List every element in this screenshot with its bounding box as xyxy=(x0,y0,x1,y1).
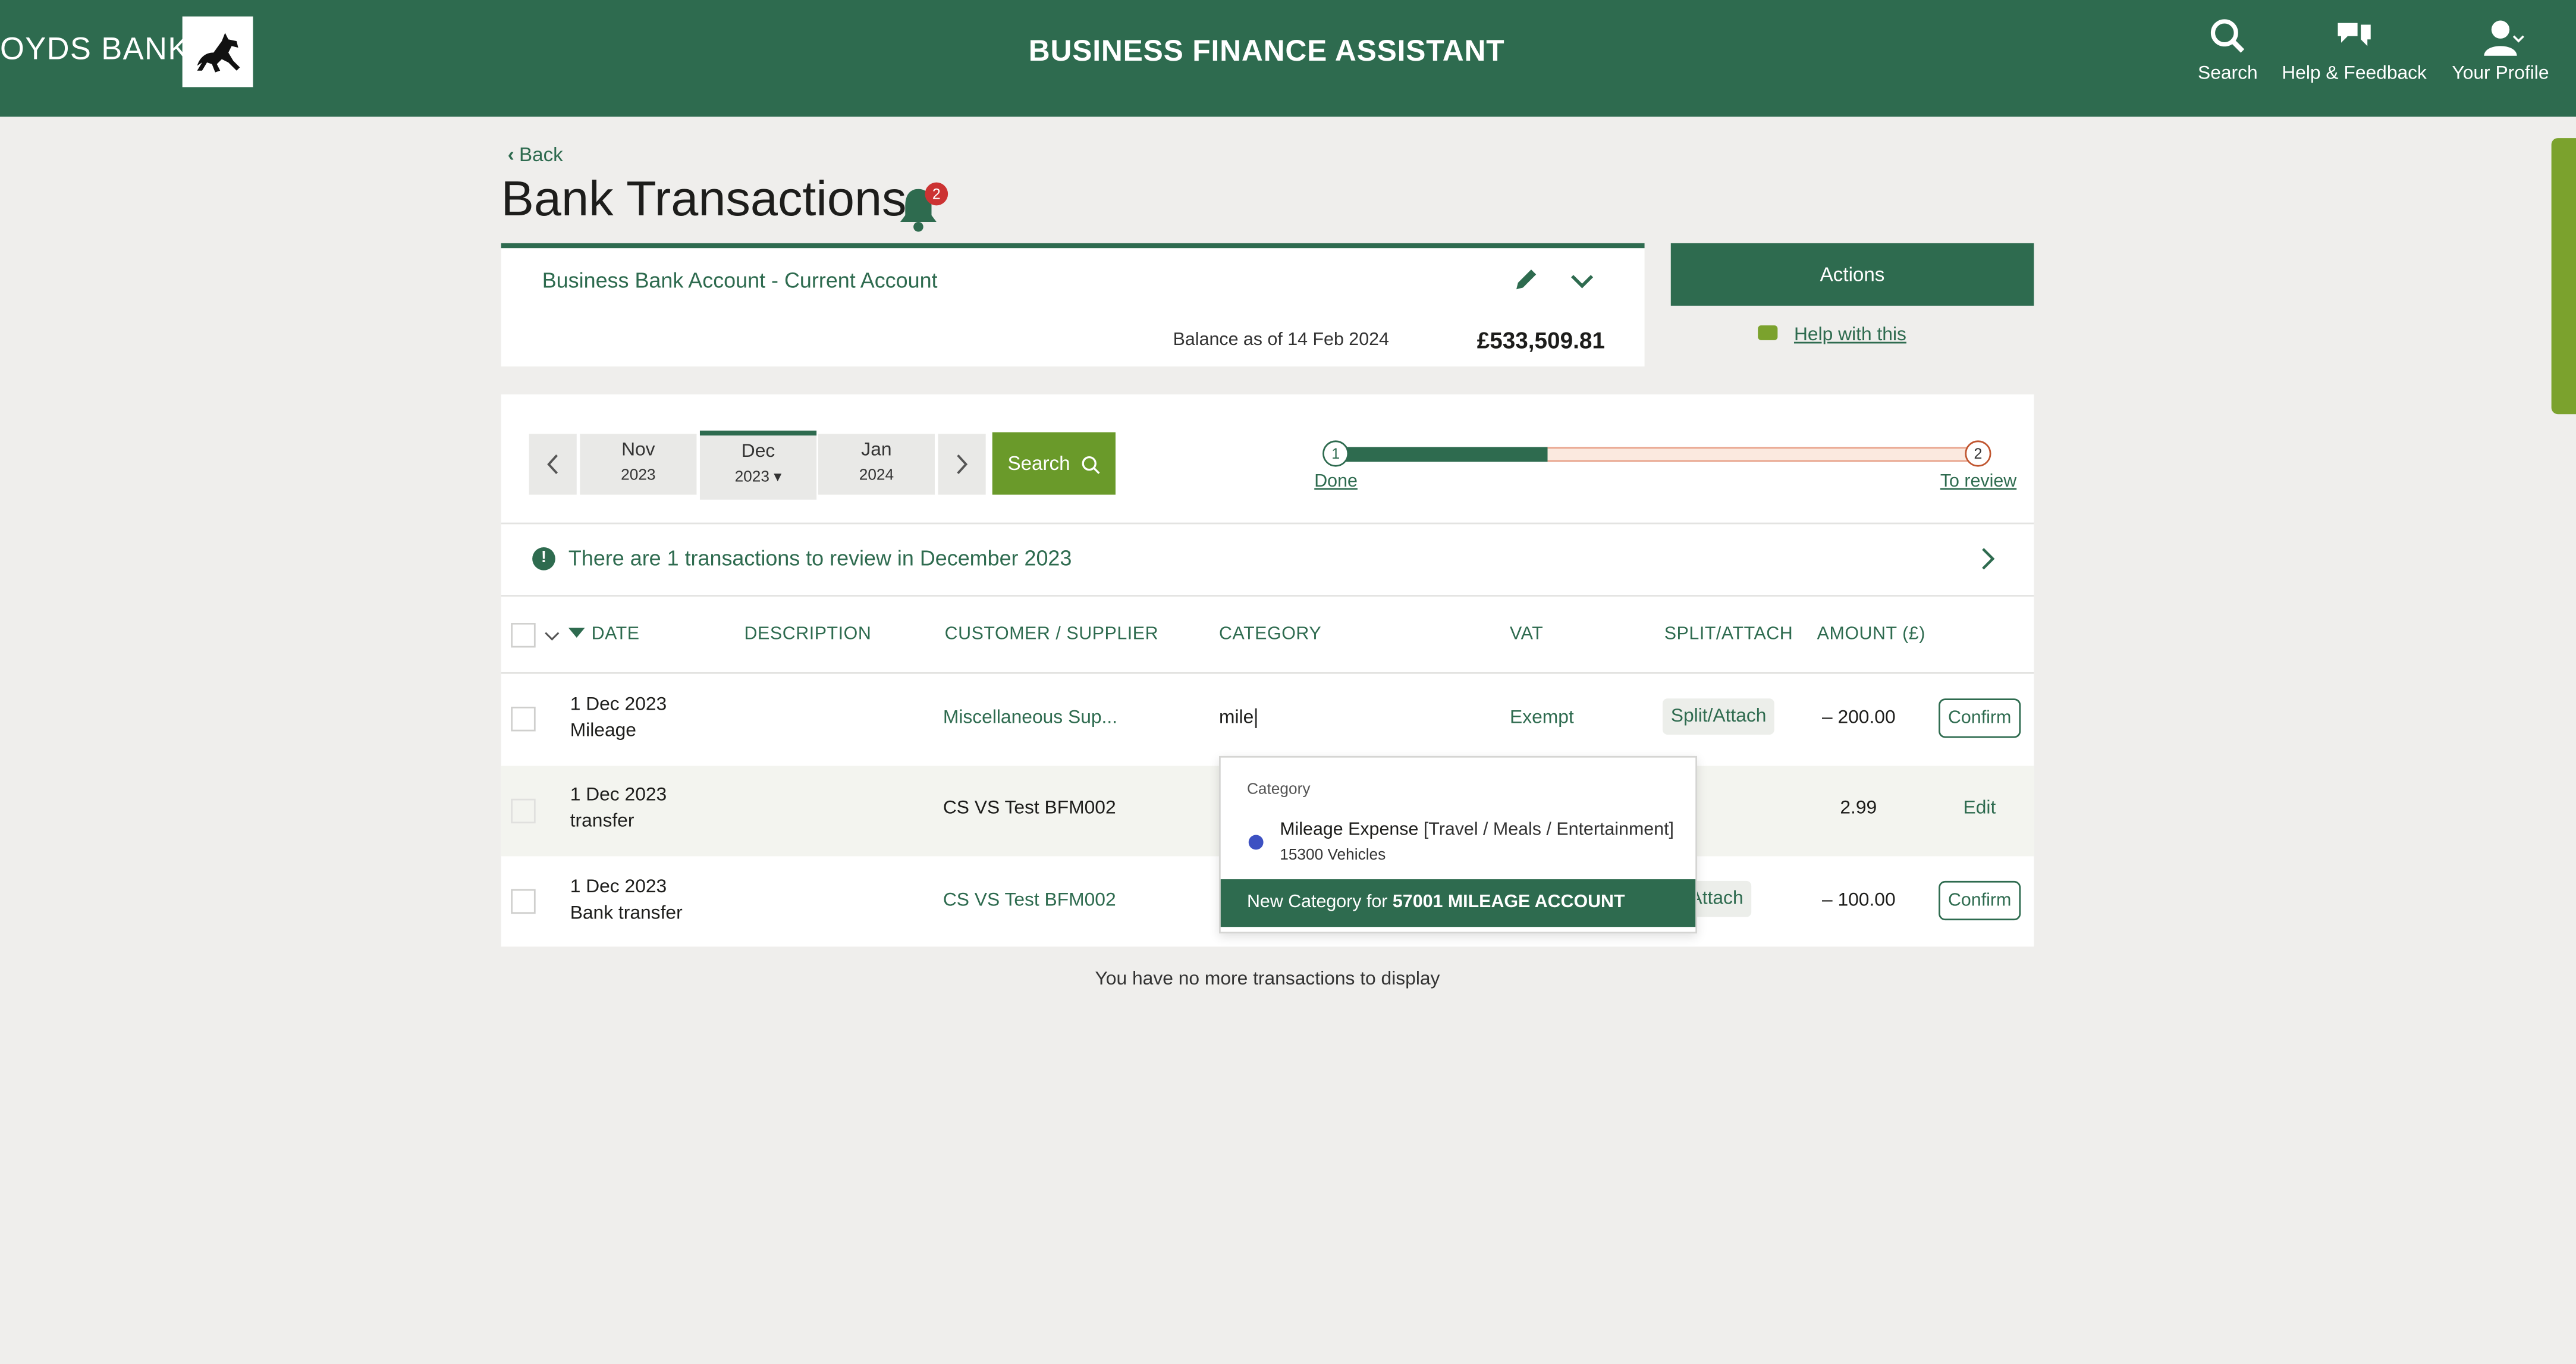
chevron-left-icon xyxy=(547,454,558,474)
divider xyxy=(501,595,2034,597)
month-label: Dec xyxy=(741,442,775,462)
column-header-supplier: CUSTOMER / SUPPLIER xyxy=(944,624,1159,645)
search-icon xyxy=(1081,456,1099,474)
confirm-button[interactable]: Confirm xyxy=(1939,698,2021,738)
balance-value: £533,509.81 xyxy=(1477,327,1605,354)
progress-step-review: 2 xyxy=(1965,440,1991,467)
progress-step-done: 1 xyxy=(1322,440,1349,467)
search-button-label: Search xyxy=(1007,451,1070,475)
row-checkbox[interactable] xyxy=(511,889,536,914)
pencil-icon[interactable] xyxy=(1513,266,1540,293)
category-dropdown: Category Mileage Expense [Travel / Meals… xyxy=(1218,755,1697,934)
app-title: BUSINESS FINANCE ASSISTANT xyxy=(1028,35,1505,68)
row-amount: 2.99 xyxy=(1840,798,1877,819)
row-supplier[interactable]: CS VS Test BFM002 xyxy=(943,890,1116,910)
chevron-left-icon: ‹ xyxy=(507,143,514,167)
row-checkbox[interactable] xyxy=(511,707,536,732)
feedback-side-tab[interactable] xyxy=(2551,138,2576,415)
category-option-mileage-expense[interactable]: Mileage Expense [Travel / Meals / Entert… xyxy=(1280,820,1674,840)
column-header-date[interactable]: DATE xyxy=(592,625,640,644)
nav-search-label: Search xyxy=(2198,64,2258,84)
sort-descending-icon[interactable] xyxy=(568,628,585,639)
alert-icon: ! xyxy=(532,547,555,570)
new-category-value: 57001 MILEAGE ACCOUNT xyxy=(1392,892,1625,913)
month-jan-2024[interactable]: Jan 2024 xyxy=(818,434,935,495)
column-header-vat: VAT xyxy=(1510,624,1544,645)
row-checkbox[interactable] xyxy=(511,798,536,824)
top-header: OYDS BANK BUSINESS FINANCE ASSISTANT Sea… xyxy=(0,0,2576,117)
to-review-link[interactable]: To review xyxy=(1940,472,2016,491)
year-label: 2023 ▾ xyxy=(734,468,782,487)
progress-done-track xyxy=(1343,447,1548,462)
column-header-split-attach: SPLIT/ATTACH xyxy=(1664,624,1793,645)
column-header-category: CATEGORY xyxy=(1218,624,1322,645)
option-subtitle: 15300 Vehicles xyxy=(1280,846,1386,865)
back-link[interactable]: ‹ Back xyxy=(508,143,563,166)
row-date: 1 Dec 2023 xyxy=(570,877,667,898)
balance-label: Balance as of 14 Feb 2024 xyxy=(1173,330,1389,350)
nav-help-feedback[interactable]: Help & Feedback xyxy=(2280,17,2429,102)
next-month-button[interactable] xyxy=(938,434,986,495)
help-label: Help with this xyxy=(1793,325,1906,346)
notification-badge: 2 xyxy=(925,182,948,206)
search-icon xyxy=(2210,19,2245,53)
row-supplier: CS VS Test BFM002 xyxy=(943,798,1116,819)
year-label: 2024 xyxy=(859,466,894,485)
split-attach-button[interactable]: Split/Attach xyxy=(1662,698,1775,735)
nav-search[interactable]: Search xyxy=(2188,17,2267,102)
row-date: 1 Dec 2023 xyxy=(570,695,667,715)
chat-bubbles-icon xyxy=(2338,23,2371,46)
row-amount: – 200.00 xyxy=(1821,708,1896,728)
edit-link[interactable]: Edit xyxy=(1964,799,1996,819)
row-description: Mileage xyxy=(570,721,636,742)
column-header-description: DESCRIPTION xyxy=(744,624,872,645)
review-banner[interactable]: ! There are 1 transactions to review in … xyxy=(501,524,2034,595)
category-input-value: mile xyxy=(1218,708,1254,728)
month-label: Jan xyxy=(861,440,892,460)
row-supplier[interactable]: Miscellaneous Sup... xyxy=(943,708,1117,728)
year-label: 2023 xyxy=(621,466,656,485)
category-input[interactable]: mile xyxy=(1219,708,1257,728)
new-category-prefix: New Category for xyxy=(1246,892,1388,913)
row-description: transfer xyxy=(570,811,634,832)
row-amount: – 100.00 xyxy=(1821,890,1896,911)
month-label: Nov xyxy=(621,440,655,460)
text-cursor xyxy=(1255,708,1257,728)
chevron-down-icon[interactable] xyxy=(1569,268,1595,294)
page-title: Bank Transactions xyxy=(501,173,907,227)
review-banner-text: There are 1 transactions to review in De… xyxy=(568,545,1072,570)
month-dec-2023[interactable]: Dec 2023 ▾ xyxy=(699,430,817,500)
row-vat[interactable]: Exempt xyxy=(1510,708,1574,728)
option-name: Mileage Expense xyxy=(1280,820,1419,840)
chevron-down-icon[interactable] xyxy=(544,629,560,642)
done-link[interactable]: Done xyxy=(1314,472,1358,491)
progress-remaining-track xyxy=(1547,447,1980,462)
nav-help-label: Help & Feedback xyxy=(2282,64,2427,84)
new-category-option[interactable]: New Category for 57001 MILEAGE ACCOUNT xyxy=(1220,879,1696,927)
select-all-checkbox[interactable] xyxy=(511,623,536,648)
nav-your-profile[interactable]: Your Profile xyxy=(2448,17,2553,102)
option-path: [Travel / Meals / Entertainment] xyxy=(1423,820,1674,840)
chevron-right-icon xyxy=(957,454,968,474)
account-name: Business Bank Account - Current Account xyxy=(542,268,938,293)
chevron-right-icon xyxy=(1982,548,1995,570)
actions-button[interactable]: Actions xyxy=(1670,243,2034,306)
dropdown-heading: Category xyxy=(1246,780,1311,799)
confirm-button[interactable]: Confirm xyxy=(1939,880,2021,921)
back-label: Back xyxy=(519,143,563,167)
video-icon xyxy=(1758,326,1778,341)
column-header-amount: AMOUNT (£) xyxy=(1817,624,1925,645)
row-date: 1 Dec 2023 xyxy=(570,785,667,805)
table-row xyxy=(501,674,2034,764)
help-with-this-link[interactable]: Help with this xyxy=(1758,325,1906,345)
user-icon xyxy=(2484,20,2524,56)
account-card: Business Bank Account - Current Account … xyxy=(501,243,1645,367)
previous-month-button[interactable] xyxy=(529,434,577,495)
search-button[interactable]: Search xyxy=(992,432,1116,495)
no-more-transactions-note: You have no more transactions to display xyxy=(1095,970,1440,990)
month-nov-2023[interactable]: Nov 2023 xyxy=(580,434,697,495)
row-description: Bank transfer xyxy=(570,904,683,924)
nav-profile-label: Your Profile xyxy=(2452,64,2549,84)
category-color-dot xyxy=(1248,835,1264,850)
